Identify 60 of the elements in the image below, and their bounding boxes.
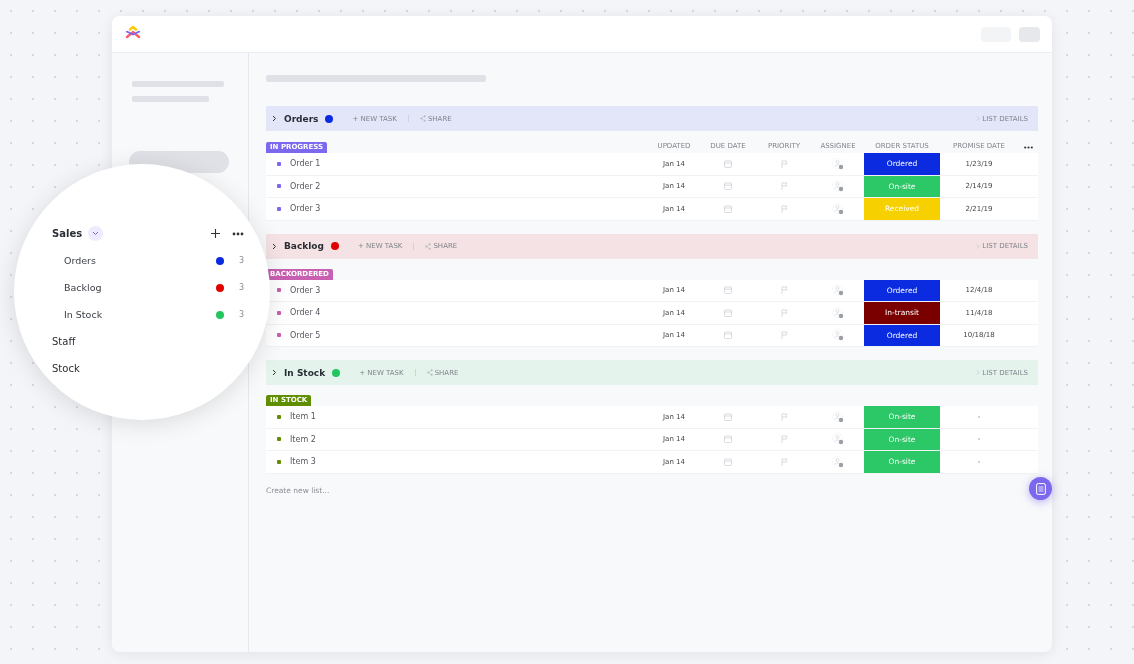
calendar-icon[interactable] [724, 308, 732, 317]
task-name[interactable]: Order 4 [290, 308, 321, 318]
task-count: 3 [237, 310, 244, 319]
task-name[interactable]: Order 1 [290, 159, 321, 169]
add-assignee-icon[interactable] [832, 329, 844, 342]
space-name[interactable]: Staff [52, 336, 76, 347]
task-name[interactable]: Item 1 [290, 412, 316, 422]
flag-icon[interactable] [780, 159, 788, 168]
task-name[interactable]: Item 2 [290, 434, 316, 444]
task-count: 3 [237, 283, 244, 292]
add-assignee-icon[interactable] [832, 306, 844, 319]
more-icon[interactable] [1023, 146, 1033, 149]
flag-icon[interactable] [780, 457, 788, 466]
share-icon [425, 242, 432, 250]
add-assignee-icon[interactable] [832, 202, 844, 215]
flag-icon[interactable] [780, 435, 788, 444]
calendar-icon[interactable] [724, 412, 732, 421]
add-assignee-icon[interactable] [832, 157, 844, 170]
calendar-icon[interactable] [724, 286, 732, 295]
list-title: Backlog [284, 241, 324, 251]
chevron-down-icon [92, 231, 100, 236]
flag-icon[interactable] [780, 308, 788, 317]
add-assignee-icon[interactable] [832, 410, 844, 423]
chevron-icon[interactable] [272, 115, 277, 122]
task-name[interactable]: Order 5 [290, 330, 321, 340]
task-name[interactable]: Order 3 [290, 285, 321, 295]
calendar-icon[interactable] [724, 204, 732, 213]
share-icon [419, 115, 426, 122]
flag-icon[interactable] [780, 331, 788, 340]
list-item[interactable]: Orders [64, 255, 216, 266]
share-icon [426, 369, 433, 376]
add-assignee-icon[interactable] [832, 455, 844, 468]
more-icon[interactable] [232, 231, 244, 236]
add-assignee-icon[interactable] [832, 433, 844, 446]
list-title: In Stock [284, 367, 326, 378]
task-name[interactable]: Order 2 [290, 181, 321, 191]
task-name[interactable]: Order 3 [290, 204, 321, 214]
calendar-icon[interactable] [724, 331, 732, 340]
flag-icon[interactable] [780, 412, 788, 421]
clipboard-icon [1035, 482, 1046, 495]
chevron-icon[interactable] [272, 369, 277, 376]
task-name[interactable]: Item 3 [290, 457, 316, 467]
list-item[interactable]: In Stock [64, 309, 216, 320]
calendar-icon[interactable] [724, 457, 732, 466]
collapse-button[interactable] [88, 226, 104, 241]
calendar-icon[interactable] [724, 435, 732, 444]
calendar-icon[interactable] [724, 182, 732, 191]
flag-icon[interactable] [780, 286, 788, 295]
add-assignee-icon[interactable] [832, 284, 844, 297]
add-assignee-icon[interactable] [832, 180, 844, 193]
add-icon[interactable] [211, 229, 220, 238]
flag-icon[interactable] [780, 182, 788, 191]
list-item[interactable]: Backlog [64, 282, 216, 293]
calendar-icon[interactable] [724, 159, 732, 168]
space-name[interactable]: Stock [52, 363, 80, 374]
chevron-icon[interactable] [272, 242, 277, 250]
space-name[interactable]: Sales [52, 228, 83, 239]
task-count: 3 [237, 256, 244, 265]
list-title: Orders [284, 113, 319, 124]
flag-icon[interactable] [780, 204, 788, 213]
